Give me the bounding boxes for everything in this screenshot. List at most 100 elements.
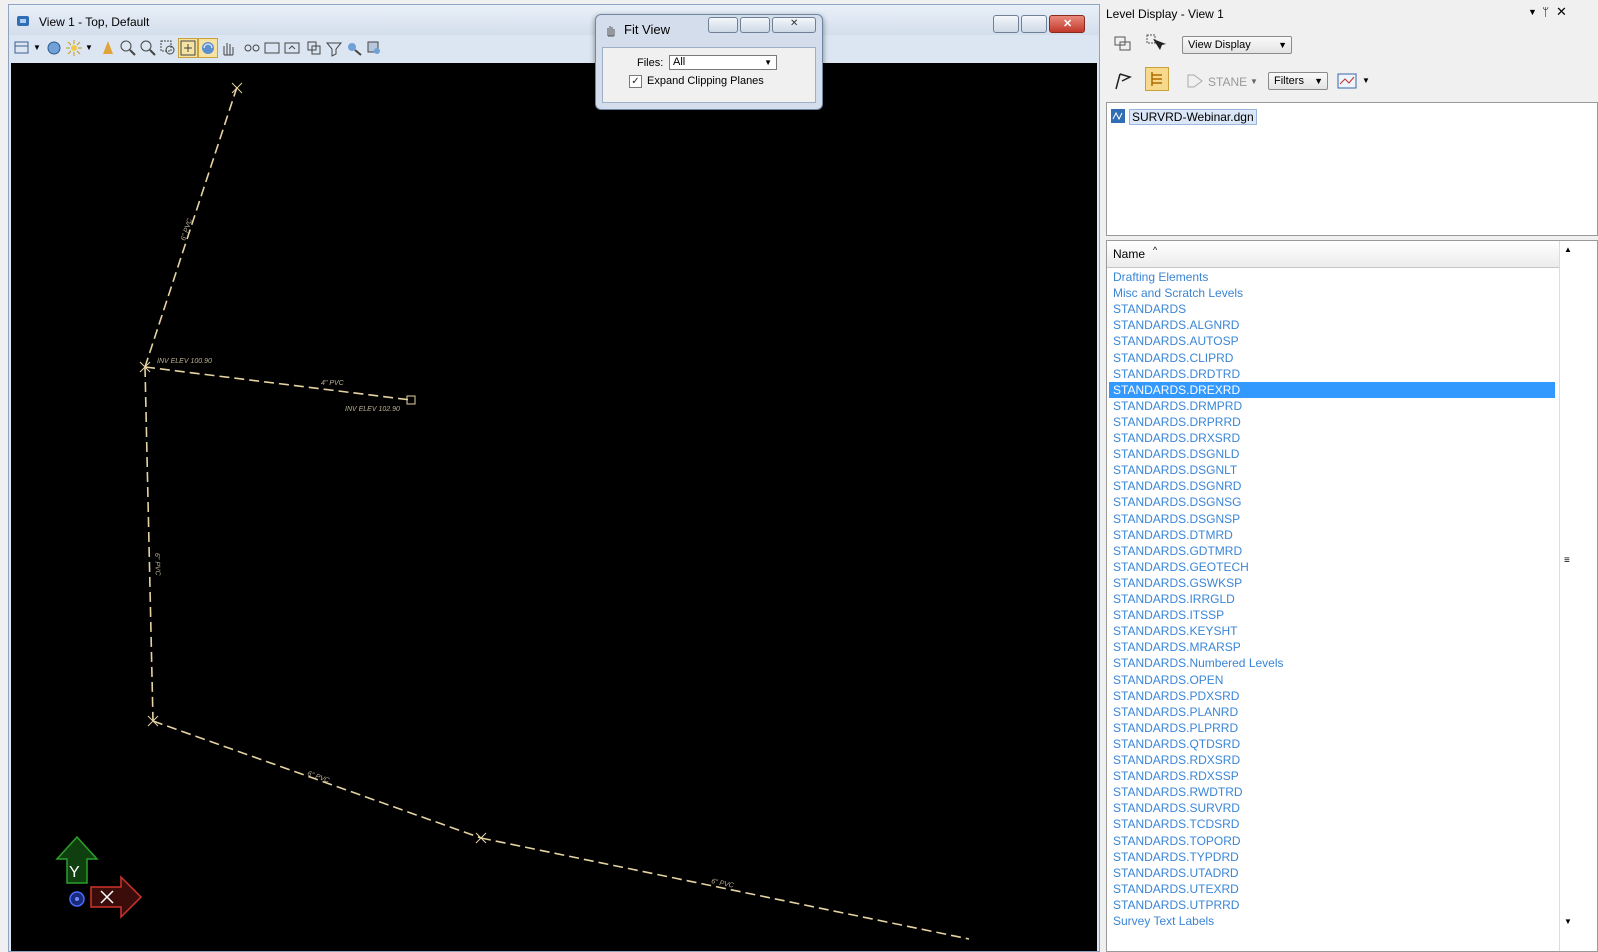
filters-combo[interactable]: Filters ▼ <box>1268 72 1328 90</box>
chevron-down-icon[interactable]: ▼ <box>33 43 41 52</box>
clip-mask-icon[interactable] <box>325 39 343 57</box>
level-list-icon[interactable] <box>1145 67 1169 91</box>
level-manager-icon[interactable] <box>1336 70 1358 92</box>
zoom-in-icon[interactable] <box>119 39 137 57</box>
clip-volume-icon[interactable] <box>305 39 323 57</box>
update-view-icon[interactable] <box>99 39 117 57</box>
level-row[interactable]: STANDARDS.RWDTRD <box>1109 784 1555 800</box>
name-column-header[interactable]: Name <box>1113 247 1145 261</box>
expand-clipping-checkbox[interactable]: ✓ <box>629 75 642 88</box>
pin-icon[interactable]: ᛘ <box>1542 5 1549 19</box>
level-row[interactable]: STANDARDS.DREXRD <box>1109 381 1555 398</box>
chevron-down-icon[interactable]: ▼ <box>1250 77 1258 86</box>
level-row[interactable]: STANDARDS.GSWKSP <box>1109 575 1555 591</box>
vertical-scrollbar[interactable]: ▲ ≡ ▼ <box>1559 241 1597 951</box>
copy-view-icon[interactable] <box>283 39 301 57</box>
expand-clipping-label[interactable]: Expand Clipping Planes <box>647 75 764 87</box>
chevron-down-icon[interactable]: ▼ <box>1362 76 1370 85</box>
level-row[interactable]: STANDARDS.DRMPRD <box>1109 398 1555 414</box>
rotate-view-icon[interactable] <box>198 38 218 58</box>
level-row[interactable]: STANDARDS.DRDTRD <box>1109 366 1555 382</box>
level-row[interactable]: STANDARDS.GEOTECH <box>1109 559 1555 575</box>
chevron-down-icon: ▼ <box>1314 76 1323 86</box>
level-row[interactable]: STANDARDS.QTDSRD <box>1109 736 1555 752</box>
level-row[interactable]: Misc and Scratch Levels <box>1109 285 1555 301</box>
view-next-icon[interactable] <box>263 39 281 57</box>
lighting-icon[interactable] <box>65 39 83 57</box>
scroll-down-icon[interactable]: ▼ <box>1564 917 1572 926</box>
level-row[interactable]: STANDARDS.PLPRRD <box>1109 720 1555 736</box>
level-row[interactable]: STANDARDS.RDXSSP <box>1109 768 1555 784</box>
level-row[interactable]: STANDARDS.DSGNSP <box>1109 511 1555 527</box>
level-row[interactable]: STANDARDS.UTEXRD <box>1109 881 1555 897</box>
level-row[interactable]: STANDARDS.AUTOSP <box>1109 333 1555 349</box>
level-row[interactable]: STANDARDS.RDXSRD <box>1109 752 1555 768</box>
level-row[interactable]: STANDARDS.PLANRD <box>1109 704 1555 720</box>
pan-hand-icon[interactable] <box>219 39 237 57</box>
view-attributes-icon[interactable] <box>13 39 31 57</box>
level-row[interactable]: STANDARDS.UTPRRD <box>1109 897 1555 913</box>
restore-button[interactable] <box>1021 15 1047 33</box>
level-row[interactable]: STANDARDS.TYPDRD <box>1109 849 1555 865</box>
level-row[interactable]: STANDARDS.DRPRRD <box>1109 414 1555 430</box>
level-row[interactable]: Survey Text Labels <box>1109 913 1555 929</box>
level-row[interactable]: STANDARDS.DSGNRD <box>1109 478 1555 494</box>
fit-view-icon[interactable] <box>178 38 198 58</box>
filter-label[interactable]: STANE <box>1208 75 1247 89</box>
file-tree-item[interactable]: SURVRD-Webinar.dgn <box>1129 109 1257 125</box>
select-pointer-icon[interactable] <box>1144 32 1166 54</box>
scroll-thumb-grip-icon[interactable]: ≡ <box>1564 555 1570 566</box>
level-row[interactable]: STANDARDS.DSGNLT <box>1109 462 1555 478</box>
filter-arrow-icon[interactable] <box>1184 70 1206 92</box>
level-row[interactable]: STANDARDS.SURVRD <box>1109 800 1555 816</box>
window-area-icon[interactable] <box>159 39 177 57</box>
minimize-button[interactable] <box>993 15 1019 33</box>
level-row[interactable]: STANDARDS.DSGNLD <box>1109 446 1555 462</box>
scroll-up-icon[interactable]: ▲ <box>1564 245 1572 254</box>
close-button[interactable]: ✕ <box>1049 15 1085 33</box>
sort-asc-icon: ^ <box>1153 245 1158 255</box>
level-row[interactable]: STANDARDS.GDTMRD <box>1109 543 1555 559</box>
dialog-close-button[interactable]: ✕ <box>772 17 816 33</box>
display-style-icon[interactable] <box>45 39 63 57</box>
drawing-canvas[interactable]: INV ELEV 100.90 4" PVC INV ELEV 102.90 6… <box>11 63 1097 951</box>
level-row[interactable]: STANDARDS.TCDSRD <box>1109 816 1555 832</box>
annotation: INV ELEV 100.90 <box>157 358 212 365</box>
annotation: 6" PVC <box>180 217 194 242</box>
view-select-icon[interactable] <box>1112 32 1134 54</box>
level-row[interactable]: Drafting Elements <box>1109 269 1555 285</box>
level-row[interactable]: STANDARDS.MRARSP <box>1109 639 1555 655</box>
chevron-down-icon[interactable]: ▼ <box>85 43 93 52</box>
dialog-minimize-button[interactable] <box>708 17 738 33</box>
view-previous-icon[interactable] <box>243 39 261 57</box>
level-row[interactable]: STANDARDS.DTMRD <box>1109 527 1555 543</box>
walk-icon[interactable] <box>365 39 383 57</box>
level-row[interactable]: STANDARDS.IRRGLD <box>1109 591 1555 607</box>
level-row[interactable]: STANDARDS.ITSSP <box>1109 607 1555 623</box>
level-row[interactable]: STANDARDS.ALGNRD <box>1109 317 1555 333</box>
files-dropdown[interactable]: All ▼ <box>669 55 777 70</box>
level-row[interactable]: STANDARDS.Numbered Levels <box>1109 655 1555 671</box>
panel-menu-icon[interactable]: ▼ <box>1528 7 1537 17</box>
view-titlebar[interactable]: View 1 - Top, Default ✕ <box>9 5 1099 35</box>
camera-icon[interactable] <box>345 39 363 57</box>
fit-view-dialog[interactable]: Fit View ✕ Files: All ▼ ✓ Expand Clippin… <box>595 14 823 110</box>
zoom-out-icon[interactable] <box>139 39 157 57</box>
close-icon[interactable]: ✕ <box>1556 4 1567 20</box>
level-row[interactable]: STANDARDS.DSGNSG <box>1109 494 1555 510</box>
level-row[interactable]: STANDARDS.UTADRD <box>1109 865 1555 881</box>
dialog-maximize-button[interactable] <box>740 17 770 33</box>
pipe-segment <box>144 366 154 722</box>
annotation: 4" PVC <box>321 380 345 387</box>
level-row[interactable]: STANDARDS.TOPORD <box>1109 833 1555 849</box>
level-row[interactable]: STANDARDS.OPEN <box>1109 672 1555 688</box>
level-row[interactable]: STANDARDS.DRXSRD <box>1109 430 1555 446</box>
list-header[interactable]: Name ^ <box>1107 241 1559 268</box>
flag-icon[interactable] <box>1112 70 1134 92</box>
level-row[interactable]: STANDARDS.PDXSRD <box>1109 688 1555 704</box>
level-row[interactable]: STANDARDS <box>1109 301 1555 317</box>
display-mode-value: View Display <box>1188 39 1251 51</box>
level-row[interactable]: STANDARDS.CLIPRD <box>1109 350 1555 366</box>
level-row[interactable]: STANDARDS.KEYSHT <box>1109 623 1555 639</box>
display-mode-combo[interactable]: View Display ▼ <box>1182 36 1292 54</box>
